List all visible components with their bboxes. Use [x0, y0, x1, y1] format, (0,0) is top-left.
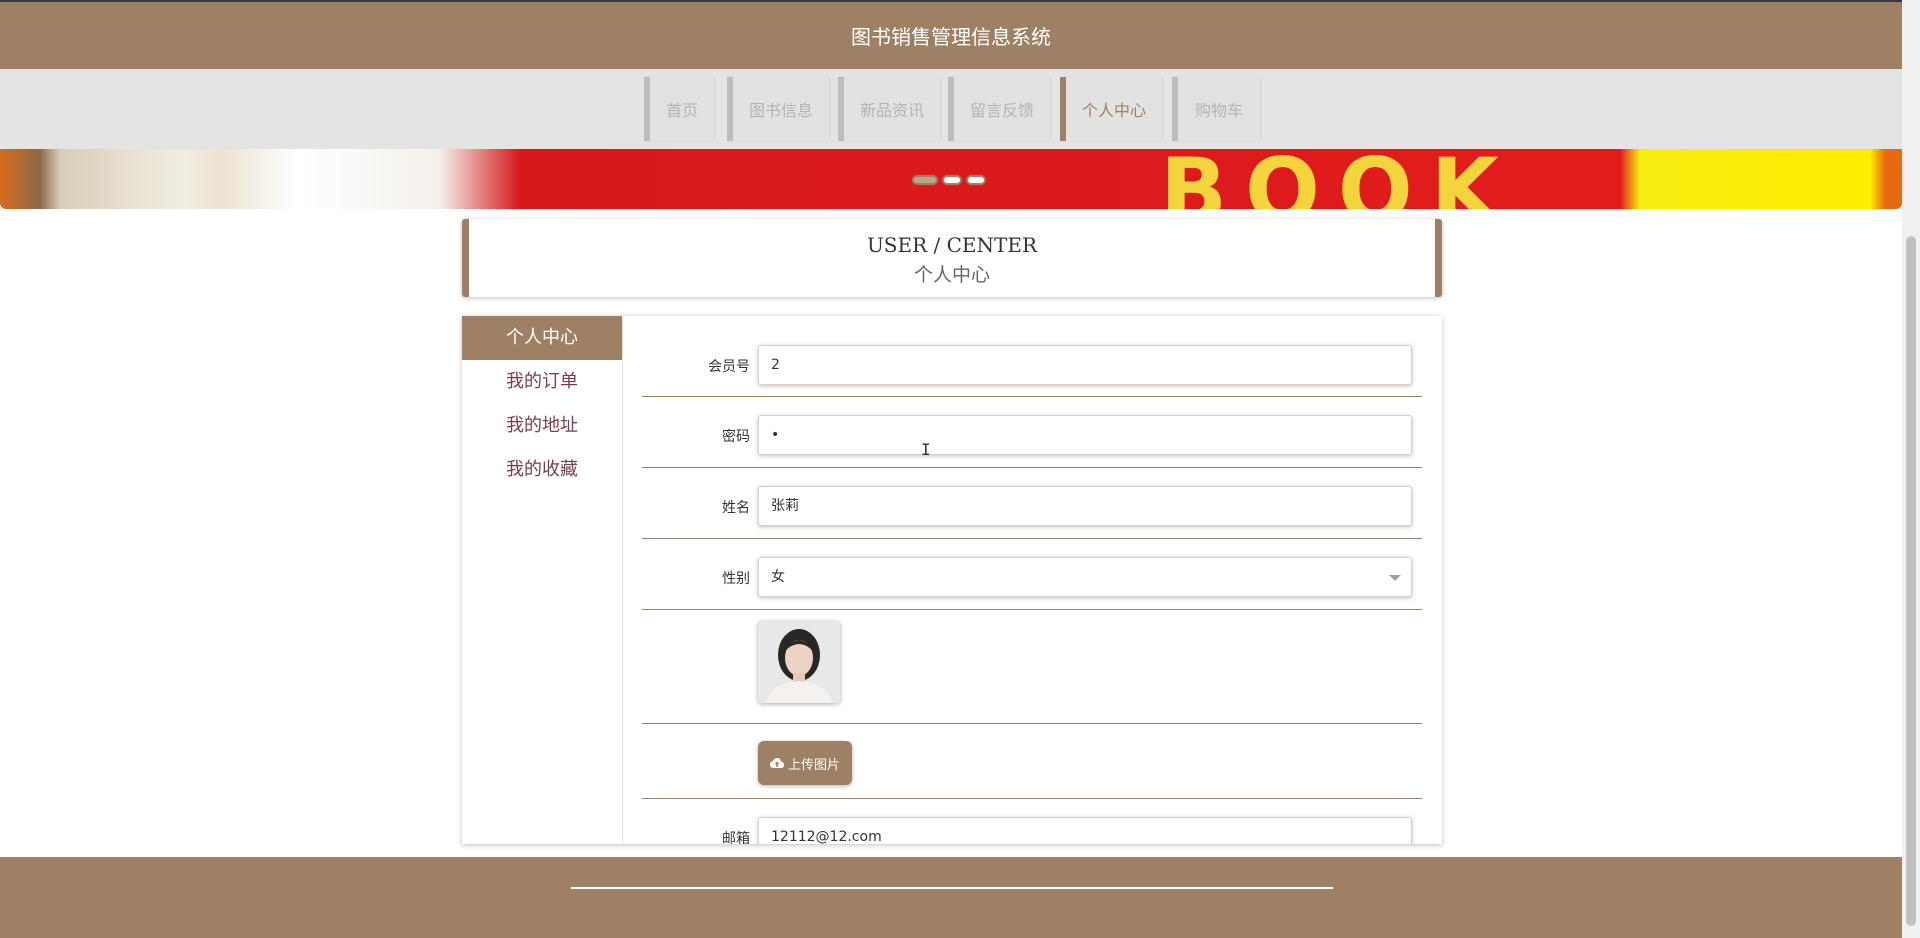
page-scrollbar[interactable]: [1902, 0, 1920, 938]
nav-new-arrivals[interactable]: 新品资讯: [838, 77, 940, 141]
sidebar-item-my-orders[interactable]: 我的订单: [462, 360, 622, 404]
sidebar-item-my-address[interactable]: 我的地址: [462, 404, 622, 448]
banner-text: BOOK: [1160, 149, 1517, 209]
user-center-panel: 个人中心 我的订单 我的地址 我的收藏 会员号 2 密码 • 姓名 张莉 性别 …: [462, 316, 1442, 844]
nav-feedback-label: 留言反馈: [969, 101, 1034, 120]
site-header: 图书销售管理信息系统: [0, 2, 1902, 69]
name-label: 姓名: [722, 500, 750, 516]
member-no-input[interactable]: 2: [758, 345, 1412, 385]
carousel-dot-1[interactable]: [912, 175, 938, 185]
nav-user-center[interactable]: 个人中心: [1060, 77, 1162, 141]
password-input[interactable]: •: [758, 415, 1412, 455]
section-title-cn: 个人中心: [913, 264, 990, 286]
email-input[interactable]: 12112@12.com: [758, 817, 1412, 844]
nav-home[interactable]: 首页: [644, 77, 714, 141]
section-title-en: USER / CENTER: [866, 233, 1038, 257]
name-input[interactable]: 张莉: [758, 486, 1412, 526]
text-cursor-icon: I: [921, 440, 931, 459]
form-row-avatar: [642, 609, 1422, 724]
form-row-gender: 性别 女: [642, 538, 1422, 610]
form-row-password: 密码 •: [642, 396, 1422, 468]
site-title: 图书销售管理信息系统: [851, 25, 1051, 49]
gender-select-value: 女: [771, 569, 785, 585]
carousel-dots: [912, 175, 986, 185]
carousel-dot-2[interactable]: [942, 175, 962, 185]
gender-label: 性别: [722, 571, 750, 587]
nav-book-info[interactable]: 图书信息: [727, 77, 829, 141]
nav-home-label: 首页: [665, 101, 698, 120]
avatar-photo-icon: [758, 621, 840, 703]
password-label: 密码: [722, 429, 750, 445]
section-header: USER / CENTER 个人中心: [462, 219, 1442, 297]
form-row-email: 邮箱 12112@12.com: [642, 798, 1422, 844]
nav-cart[interactable]: 购物车: [1172, 77, 1260, 141]
gender-select[interactable]: 女: [758, 557, 1412, 597]
nav-book-info-label: 图书信息: [748, 101, 813, 120]
main-nav: 首页 图书信息 新品资讯 留言反馈 个人中心 购物车: [0, 69, 1902, 149]
form-row-member-no: 会员号 2: [642, 316, 1422, 397]
nav-user-center-label: 个人中心: [1081, 101, 1146, 120]
upload-image-label: 上传图片: [787, 757, 840, 773]
footer-divider: [571, 887, 1333, 889]
email-label: 邮箱: [722, 831, 750, 844]
member-no-label: 会员号: [708, 359, 750, 375]
carousel-dot-3[interactable]: [966, 175, 986, 185]
avatar-image: [758, 621, 840, 703]
chevron-down-icon: [1389, 575, 1401, 581]
sidebar-item-my-favorites[interactable]: 我的收藏: [462, 448, 622, 492]
nav-cart-label: 购物车: [1194, 101, 1243, 120]
scrollbar-thumb[interactable]: [1906, 236, 1916, 926]
nav-new-arrivals-label: 新品资讯: [859, 101, 924, 120]
form-row-name: 姓名 张莉: [642, 467, 1422, 539]
cloud-upload-icon: [769, 758, 784, 768]
site-footer: [0, 857, 1902, 938]
form-row-upload: 上传图片: [642, 723, 1422, 799]
upload-image-button[interactable]: 上传图片: [758, 741, 852, 785]
user-sidebar: 个人中心 我的订单 我的地址 我的收藏: [462, 316, 623, 844]
nav-feedback[interactable]: 留言反馈: [948, 77, 1050, 141]
banner-carousel[interactable]: BOOK: [0, 149, 1902, 209]
sidebar-item-user-center[interactable]: 个人中心: [462, 316, 622, 360]
